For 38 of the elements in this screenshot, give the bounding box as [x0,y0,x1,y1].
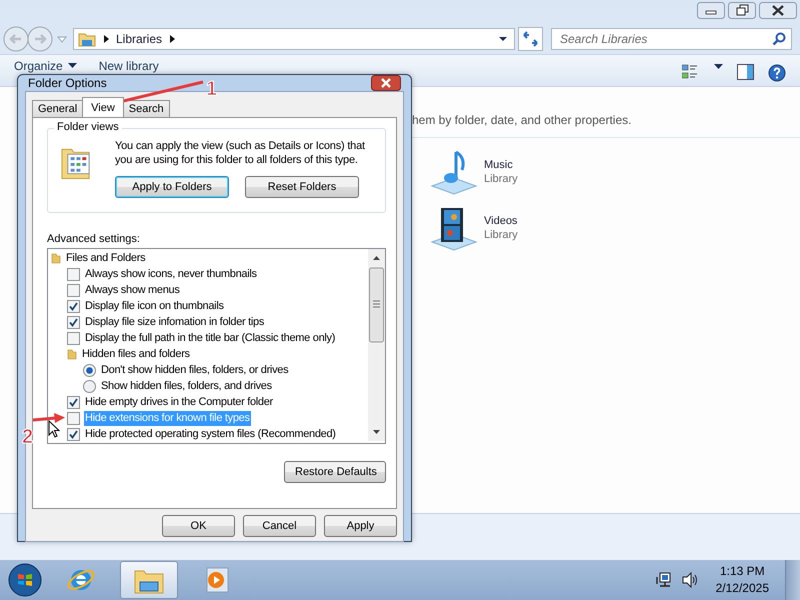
setting-label[interactable]: Always show icons, never thumbnails [84,266,258,282]
library-type: Library [484,173,518,185]
setting-label[interactable]: Display the full path in the title bar (Classic theme only) [84,330,336,346]
organize-menu[interactable]: Organize [10,58,81,73]
advanced-settings-label: Advanced settings: [47,233,141,245]
library-item[interactable]: Music Library [430,148,800,196]
push-button[interactable]: Apply to Folders [115,176,229,198]
description-text: You can apply the view (such as Details or Icons) that you are using for this folder to all folders of this type. [115,139,366,167]
setting-label[interactable]: Don't show hidden files, folders, or drives [100,362,290,378]
library-name: Music [484,159,514,171]
library-description: hem by folder, date, and other properties. [412,113,800,138]
dialog-button[interactable]: Apply [324,515,397,537]
breadcrumb[interactable]: Libraries [116,32,162,46]
dialog-button[interactable]: OK [162,515,235,537]
setting-label: Files and Folders [65,250,146,266]
setting-label[interactable]: Display file icon on thumbnails [84,298,225,314]
dialog-button[interactable]: Cancel [243,515,316,537]
tab[interactable]: General [32,100,84,117]
setting-label[interactable]: Display file size infomation in folder tips [84,314,266,330]
address-bar[interactable]: Libraries [73,28,515,50]
setting-label: Hidden files and folders [81,346,191,362]
setting-label[interactable]: Hide protected operating system files (Recommended) [84,426,337,442]
setting-label[interactable]: Always show menus [84,282,181,298]
restore-defaults-button[interactable]: Restore Defaults [284,461,386,483]
search-field[interactable]: Search Libraries [551,28,792,50]
library-item[interactable]: Videos Library [430,204,800,252]
new-library-button[interactable]: New library [94,58,163,73]
dialog-title: Folder Options [28,76,107,90]
group-legend: Folder views [54,121,122,133]
push-button[interactable]: Reset Folders [245,176,359,198]
setting-label[interactable]: Hide empty drives in the Computer folder [84,394,274,410]
setting-label[interactable]: Show hidden files, folders, and drives [100,378,273,394]
annotation-number: 1 [206,78,218,101]
library-type: Library [484,229,518,241]
tab[interactable]: Search [122,100,170,117]
library-name: Videos [484,215,518,227]
clock[interactable]: 1:13 PM 2/12/2025 [710,563,775,597]
tab[interactable]: View [82,97,124,117]
